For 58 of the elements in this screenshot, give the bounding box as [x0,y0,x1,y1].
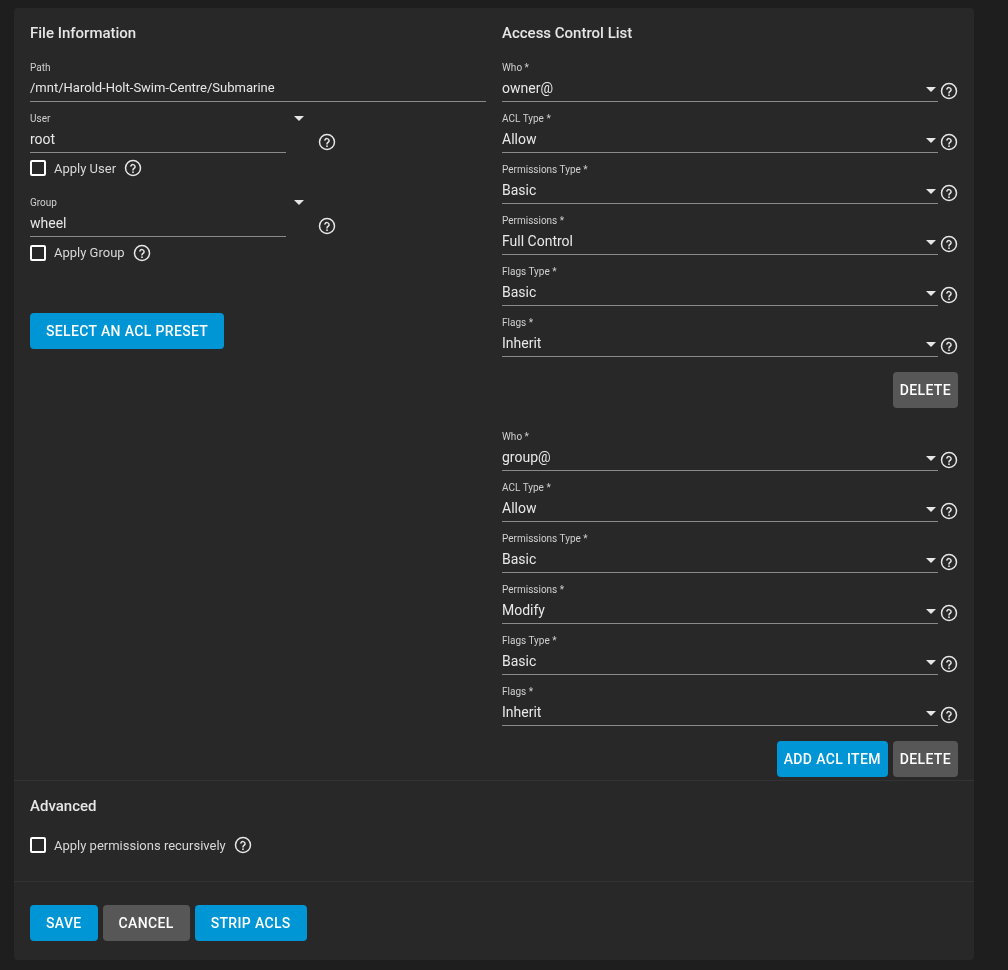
select-field[interactable]: Permissions * Modify [502,583,938,624]
caret-icon [926,86,936,92]
caret-icon [926,557,936,563]
select-field[interactable]: ACL Type * Allow [502,112,938,153]
select-field[interactable]: Group wheel [30,197,286,237]
help-icon[interactable] [318,132,336,151]
select-field[interactable]: Flags Type * Basic [502,634,938,675]
action-button[interactable]: CANCEL [102,905,190,941]
help-icon[interactable] [940,450,958,469]
help-icon[interactable] [132,243,151,262]
help-icon[interactable] [233,836,252,855]
checkbox-label: Apply permissions recursively [54,836,226,855]
caret-icon [926,188,936,194]
help-icon[interactable] [124,159,143,178]
select-field[interactable]: Who * owner@ [502,61,938,102]
select-field[interactable]: Flags Type * Basic [502,265,938,306]
help-icon[interactable] [940,552,958,571]
help-icon[interactable] [940,336,958,355]
checkbox[interactable] [30,160,46,177]
checkbox[interactable] [30,244,46,261]
help-icon[interactable] [940,705,958,724]
help-icon[interactable] [318,217,336,235]
section-title: File Information [30,23,138,44]
help-icon[interactable] [940,132,958,151]
select-field[interactable]: Who * group@ [502,430,938,471]
help-icon[interactable] [940,285,958,304]
caret-icon [926,239,936,245]
action-button[interactable]: DELETE [892,740,958,777]
checkbox-label: Apply User [54,159,117,178]
path-field[interactable]: Path /mnt/Harold-Holt-Swim-Centre/Submarine [30,61,486,102]
select-field[interactable]: Permissions Type * Basic [502,532,938,573]
caret-icon [926,710,936,716]
section-title: Advanced [30,796,98,817]
help-icon[interactable] [940,501,958,520]
action-button[interactable]: DELETE [892,371,958,408]
checkbox[interactable] [30,837,46,854]
caret-icon [926,506,936,512]
select-field[interactable]: Flags * Inherit [502,685,938,726]
select-field[interactable]: User root [30,112,286,153]
caret-icon [294,200,304,205]
section-title: Access Control List [502,23,634,44]
caret-icon [926,659,936,665]
select-field[interactable]: ACL Type * Allow [502,481,938,522]
help-icon[interactable] [940,603,958,622]
help-icon[interactable] [940,81,958,100]
caret-icon [926,608,936,614]
caret-icon [926,137,936,143]
select-field[interactable]: Flags * Inherit [502,316,938,357]
checkbox-label: Apply Group [54,244,125,262]
help-icon[interactable] [940,234,958,253]
caret-icon [294,115,304,121]
select-field[interactable]: Permissions Type * Basic [502,163,938,204]
caret-icon [926,455,936,461]
caret-icon [926,290,936,296]
help-icon[interactable] [940,183,958,202]
select-field[interactable]: Permissions * Full Control [502,214,938,255]
help-icon[interactable] [940,654,958,673]
caret-icon [926,341,936,347]
